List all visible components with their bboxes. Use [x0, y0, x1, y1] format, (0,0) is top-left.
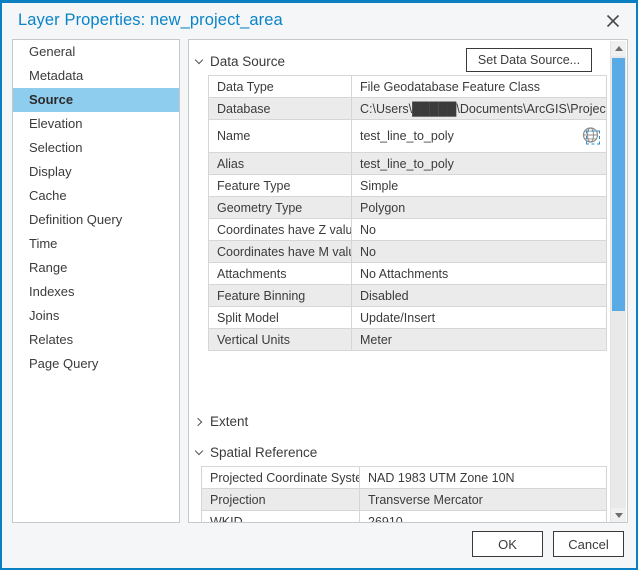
row-value: Polygon — [351, 196, 607, 219]
row-label: Feature Binning — [208, 284, 352, 307]
section-title: Extent — [210, 414, 249, 429]
source-properties-panel: Set Data Source... Data Source Data Type… — [188, 39, 628, 523]
set-data-source-button[interactable]: Set Data Source... — [466, 48, 592, 72]
row-value: test_line_to_poly — [360, 129, 454, 143]
sidebar-item-label: Source — [29, 92, 74, 107]
sidebar-item-time[interactable]: Time — [13, 232, 179, 256]
sidebar-item-range[interactable]: Range — [13, 256, 179, 280]
sidebar-item-joins[interactable]: Joins — [13, 304, 179, 328]
table-row[interactable]: Database C:\Users\█████\Documents\ArcGIS… — [208, 97, 607, 120]
sidebar-item-label: Display — [29, 164, 72, 179]
layer-properties-dialog: Layer Properties: new_project_area Gener… — [0, 0, 638, 570]
dialog-titlebar: Layer Properties: new_project_area — [2, 3, 636, 39]
sidebar-item-label: Joins — [29, 308, 60, 323]
row-label: Coordinates have M value — [208, 240, 352, 263]
row-value-with-icon: test_line_to_poly — [351, 119, 607, 153]
sidebar-item-label: Cache — [29, 188, 67, 203]
sidebar-item-label: Indexes — [29, 284, 75, 299]
sidebar-item-cache[interactable]: Cache — [13, 184, 179, 208]
table-row[interactable]: Split Model Update/Insert — [208, 306, 607, 329]
row-value: File Geodatabase Feature Class — [351, 75, 607, 98]
table-row[interactable]: Feature Type Simple — [208, 174, 607, 197]
section-header-spatial-reference[interactable]: Spatial Reference — [195, 445, 317, 460]
sidebar-item-definition-query[interactable]: Definition Query — [13, 208, 179, 232]
row-value: test_line_to_poly — [351, 152, 607, 175]
row-label: Name — [208, 119, 352, 153]
sidebar-item-general[interactable]: General — [13, 40, 179, 64]
dialog-title: Layer Properties: new_project_area — [18, 11, 283, 29]
table-row[interactable]: Coordinates have Z value No — [208, 218, 607, 241]
scrollbar-thumb[interactable] — [612, 58, 625, 311]
data-source-table: Data Type File Geodatabase Feature Class… — [208, 75, 607, 351]
sidebar-item-page-query[interactable]: Page Query — [13, 352, 179, 376]
close-icon[interactable] — [596, 7, 630, 35]
sidebar-item-relates[interactable]: Relates — [13, 328, 179, 352]
sidebar-item-label: Range — [29, 260, 68, 275]
table-row[interactable]: Name test_line_to_poly — [208, 119, 607, 153]
section-title: Spatial Reference — [210, 445, 318, 460]
row-value: Transverse Mercator — [359, 488, 607, 511]
chevron-right-icon — [195, 417, 205, 427]
table-row[interactable]: Projection Transverse Mercator — [201, 488, 607, 511]
row-label: Projected Coordinate System — [201, 466, 360, 489]
sidebar-item-label: Definition Query — [29, 212, 123, 227]
row-label: Database — [208, 97, 352, 120]
table-row[interactable]: Attachments No Attachments — [208, 262, 607, 285]
row-label: Alias — [208, 152, 352, 175]
properties-sidebar: General Metadata Source Elevation Select… — [12, 39, 180, 523]
row-label: Geometry Type — [208, 196, 352, 219]
chevron-down-icon — [195, 448, 205, 458]
ok-button[interactable]: OK — [472, 531, 543, 557]
table-row[interactable]: Feature Binning Disabled — [208, 284, 607, 307]
row-label: Coordinates have Z value — [208, 218, 352, 241]
scrollbar-track[interactable] — [611, 56, 626, 508]
row-label: Vertical Units — [208, 328, 352, 351]
cancel-button[interactable]: Cancel — [553, 531, 624, 557]
sidebar-item-metadata[interactable]: Metadata — [13, 64, 179, 88]
sidebar-item-label: Elevation — [29, 116, 83, 131]
chevron-down-icon — [195, 57, 205, 67]
row-value: No Attachments — [351, 262, 607, 285]
table-row[interactable]: Coordinates have M value No — [208, 240, 607, 263]
row-value: No — [351, 240, 607, 263]
section-title: Data Source — [210, 54, 286, 69]
sidebar-item-elevation[interactable]: Elevation — [13, 112, 179, 136]
row-label: Split Model — [208, 306, 352, 329]
sidebar-item-indexes[interactable]: Indexes — [13, 280, 179, 304]
section-header-data-source[interactable]: Data Source — [195, 54, 285, 69]
row-value: No — [351, 218, 607, 241]
row-label: Data Type — [208, 75, 352, 98]
globe-icon[interactable] — [582, 127, 601, 146]
sidebar-item-source[interactable]: Source — [13, 88, 179, 112]
sidebar-item-label: General — [29, 44, 76, 59]
focus-outline — [586, 130, 600, 145]
sidebar-item-label: Metadata — [29, 68, 84, 83]
row-value: Update/Insert — [351, 306, 607, 329]
content-scrollbar[interactable] — [610, 41, 626, 522]
row-value: Simple — [351, 174, 607, 197]
sidebar-item-selection[interactable]: Selection — [13, 136, 179, 160]
scroll-down-arrow-icon[interactable] — [611, 508, 626, 522]
table-row[interactable]: Vertical Units Meter — [208, 328, 607, 351]
table-row[interactable]: Projected Coordinate System NAD 1983 UTM… — [201, 466, 607, 489]
sidebar-item-label: Page Query — [29, 356, 99, 371]
sidebar-item-label: Relates — [29, 332, 74, 347]
scroll-up-arrow-icon[interactable] — [611, 41, 626, 56]
row-value: Meter — [351, 328, 607, 351]
sidebar-item-label: Selection — [29, 140, 83, 155]
row-label: Attachments — [208, 262, 352, 285]
sidebar-item-label: Time — [29, 236, 58, 251]
dialog-footer: OK Cancel — [2, 522, 636, 568]
row-value: Disabled — [351, 284, 607, 307]
section-header-extent[interactable]: Extent — [195, 414, 248, 429]
row-label: Feature Type — [208, 174, 352, 197]
row-label: Projection — [201, 488, 360, 511]
table-row[interactable]: Alias test_line_to_poly — [208, 152, 607, 175]
sidebar-item-display[interactable]: Display — [13, 160, 179, 184]
table-row[interactable]: Geometry Type Polygon — [208, 196, 607, 219]
row-value: C:\Users\█████\Documents\ArcGIS\Projects… — [351, 97, 607, 120]
spatial-reference-table: Projected Coordinate System NAD 1983 UTM… — [201, 466, 607, 522]
row-value: NAD 1983 UTM Zone 10N — [359, 466, 607, 489]
table-row[interactable]: Data Type File Geodatabase Feature Class — [208, 75, 607, 98]
